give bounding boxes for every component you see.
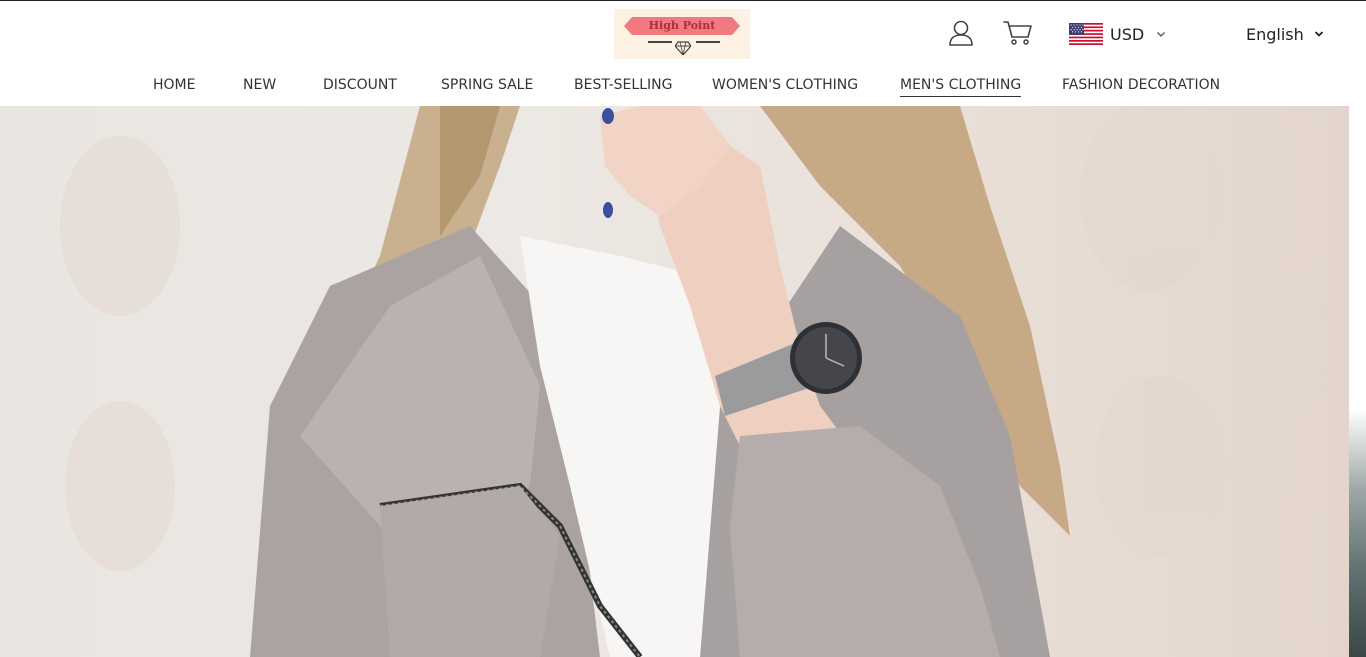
nav-item-best-selling[interactable]: BEST-SELLING [574,75,672,97]
hero-image [60,106,1330,657]
nav-item-fashion-decoration[interactable]: FASHION DECORATION [1062,75,1220,97]
logo-line-right [696,41,720,43]
logo-text: High Point [648,19,716,32]
nav-item-discount[interactable]: DISCOUNT [323,75,397,97]
chevron-down-icon [1314,31,1323,37]
cart-icon[interactable] [1003,19,1033,47]
nav-item-mens-clothing[interactable]: MEN'S CLOTHING [900,75,1022,97]
nav-item-womens-clothing[interactable]: WOMEN'S CLOTHING [712,75,858,97]
us-flag-icon [1069,23,1103,45]
currency-code: USD [1110,24,1145,44]
diamond-icon [675,41,691,55]
chevron-down-icon [1157,32,1166,37]
currency-selector[interactable]: USD [1069,21,1166,47]
user-icon[interactable] [947,19,975,47]
site-header: High Point USD English HOME NEW DISCOUNT… [0,1,1366,106]
hero-banner[interactable] [0,106,1349,657]
scrollbar-edge [1349,106,1366,657]
site-logo[interactable]: High Point [614,9,750,59]
nav-item-spring-sale[interactable]: SPRING SALE [441,75,533,97]
language-selector[interactable]: English [1246,21,1324,47]
nav-item-home[interactable]: HOME [153,75,195,97]
logo-line-left [648,41,672,43]
language-label: English [1246,24,1304,44]
nav-item-new[interactable]: NEW [243,75,276,97]
main-nav: HOME NEW DISCOUNT SPRING SALE BEST-SELLI… [0,75,1366,97]
